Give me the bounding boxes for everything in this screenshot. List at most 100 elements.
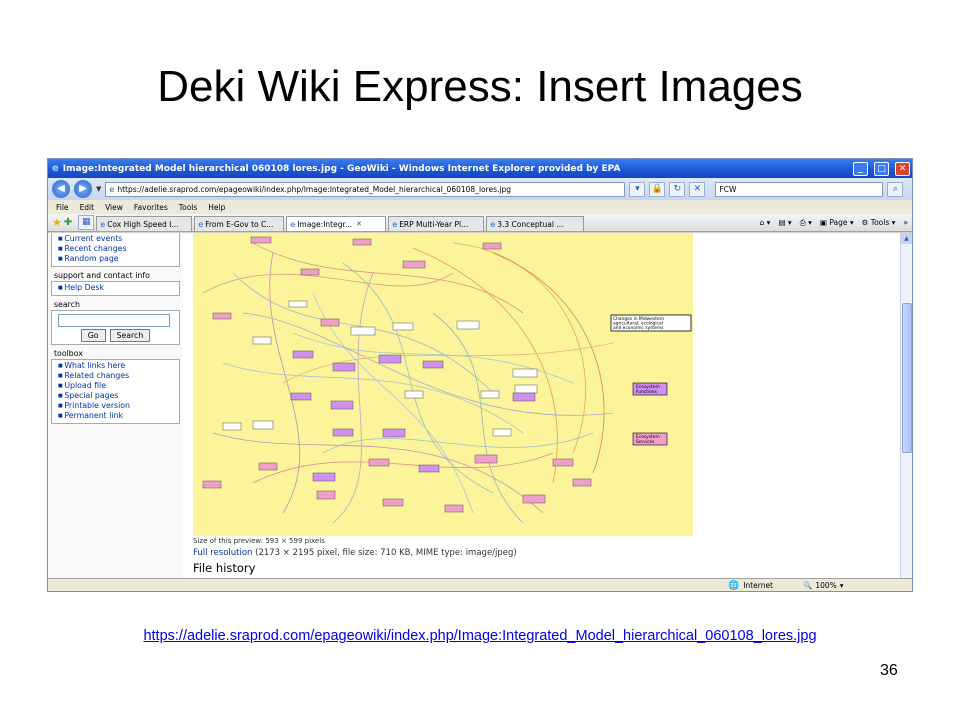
- vertical-scrollbar[interactable]: ▲: [900, 233, 912, 578]
- toolbox-heading: toolbox: [54, 349, 83, 358]
- full-resolution-line: Full resolution (2173 × 2195 pixel, file…: [193, 548, 793, 558]
- toolbox-portlet: What links here Related changes Upload f…: [51, 359, 180, 424]
- menu-view[interactable]: View: [105, 203, 123, 212]
- wiki-search-input[interactable]: [58, 314, 170, 327]
- chevron-right-icon[interactable]: »: [903, 218, 908, 228]
- tab-page-icon: e: [392, 219, 398, 229]
- url-text: https://adelie.sraprod.com/epageowiki/in…: [117, 184, 512, 194]
- tab-page-icon: e: [490, 219, 496, 229]
- lock-icon[interactable]: 🔒: [649, 181, 666, 197]
- menu-file[interactable]: File: [56, 203, 69, 212]
- star-icon[interactable]: ★: [52, 216, 62, 229]
- diagram-label-changes: Changes in Midwestern agricultural, ecol…: [613, 316, 666, 331]
- sidebar-item-upload-file[interactable]: Upload file: [58, 381, 173, 391]
- menu-tools[interactable]: Tools: [179, 203, 197, 212]
- tab-cox[interactable]: e Cox High Speed I...: [96, 216, 193, 231]
- tab-page-icon: e: [290, 219, 296, 229]
- sidebar-item-random-page[interactable]: Random page: [58, 254, 173, 264]
- window-title: Image:Integrated Model hierarchical 0601…: [62, 163, 621, 174]
- page-content: Current events Recent changes Random pag…: [48, 233, 912, 578]
- full-resolution-meta: (2173 × 2195 pixel, file size: 710 KB, M…: [252, 548, 517, 558]
- minimize-button[interactable]: _: [853, 161, 868, 176]
- address-bar: ◀ ▶ ▼ e https://adelie.sraprod.com/epage…: [48, 178, 912, 200]
- support-portlet: Help Desk: [51, 281, 180, 296]
- ie-icon: e: [52, 163, 59, 174]
- tab-conceptual[interactable]: e 3.3 Conceptual ...: [486, 216, 585, 231]
- sidebar-item-special-pages[interactable]: Special pages: [58, 391, 173, 401]
- search-heading: search: [54, 300, 80, 309]
- tools-menu[interactable]: ⚙ Tools ▾: [862, 218, 896, 228]
- close-button[interactable]: ✕: [895, 161, 910, 176]
- chevron-down-icon: ▾: [839, 581, 844, 590]
- feeds-icon[interactable]: ▤ ▾: [778, 218, 791, 228]
- refresh-icon[interactable]: ↻: [669, 181, 686, 197]
- wiki-sidebar: Current events Recent changes Random pag…: [48, 233, 183, 578]
- search-portlet: Go Search: [51, 310, 180, 345]
- sidebar-item-permanent-link[interactable]: Permanent link: [58, 411, 173, 421]
- menu-bar: File Edit View Favorites Tools Help: [48, 200, 912, 214]
- tab-label: Image:Integr...: [297, 219, 353, 229]
- menu-favorites[interactable]: Favorites: [134, 203, 168, 212]
- sidebar-item-help-desk[interactable]: Help Desk: [58, 283, 173, 293]
- sidebar-item-related-changes[interactable]: Related changes: [58, 371, 173, 381]
- tab-label: Cox High Speed I...: [107, 219, 179, 229]
- search-icon[interactable]: ⌕: [887, 181, 904, 197]
- source-link[interactable]: https://adelie.sraprod.com/epageowiki/in…: [0, 628, 960, 644]
- maximize-button[interactable]: □: [874, 161, 889, 176]
- tab-page-icon: e: [198, 219, 204, 229]
- forward-arrow-icon[interactable]: ▶: [74, 180, 92, 198]
- quick-tabs-icon[interactable]: ▦: [78, 215, 95, 230]
- zoom-level: 100%: [815, 581, 837, 590]
- add-favorite-icon[interactable]: ✚: [64, 217, 72, 228]
- zoom-control[interactable]: 🔍 100% ▾: [803, 581, 844, 590]
- menu-help[interactable]: Help: [208, 203, 225, 212]
- diagram-graphic: Changes in Midwestern agricultural, ecol…: [193, 233, 693, 536]
- preview-size-text: Size of this preview: 593 × 599 pixels: [193, 537, 325, 545]
- tab-page-icon: e: [100, 219, 106, 229]
- scroll-thumb[interactable]: [902, 303, 912, 453]
- tab-label: From E-Gov to C...: [205, 219, 274, 229]
- tab-label: ERP Multi-Year Pl...: [399, 219, 469, 229]
- full-resolution-link[interactable]: Full resolution: [193, 548, 252, 558]
- browser-screenshot: e Image:Integrated Model hierarchical 06…: [47, 158, 913, 592]
- scroll-up-icon[interactable]: ▲: [901, 233, 912, 244]
- search-button[interactable]: Search: [109, 329, 151, 342]
- tab-label: 3.3 Conceptual ...: [497, 219, 564, 229]
- home-icon[interactable]: ⌂ ▾: [760, 218, 771, 228]
- globe-icon: 🌐: [728, 580, 740, 591]
- sidebar-item-printable-version[interactable]: Printable version: [58, 401, 173, 411]
- status-bar: 🌐 Internet 🔍 100% ▾: [48, 578, 912, 591]
- zone-label: Internet: [743, 581, 773, 590]
- back-arrow-icon[interactable]: ◀: [52, 180, 70, 198]
- page-menu-label: Page: [829, 217, 848, 227]
- navigation-portlet: Current events Recent changes Random pag…: [51, 233, 180, 267]
- image-metadata: Size of this preview: 593 × 599 pixels F…: [193, 537, 793, 575]
- sidebar-item-what-links-here[interactable]: What links here: [58, 361, 173, 371]
- command-bar: ⌂ ▾ ▤ ▾ ⎙ ▾ ▣ Page ▾ ⚙ Tools ▾ »: [760, 218, 912, 228]
- zoom-icon: 🔍: [803, 581, 813, 590]
- diagram-image[interactable]: Changes in Midwestern agricultural, ecol…: [193, 233, 693, 536]
- sidebar-item-recent-changes[interactable]: Recent changes: [58, 244, 173, 254]
- page-icon: e: [109, 184, 115, 194]
- search-input[interactable]: FCW: [715, 181, 884, 197]
- menu-edit[interactable]: Edit: [80, 203, 95, 212]
- stop-icon[interactable]: ✕: [689, 181, 706, 197]
- tools-menu-label: Tools: [870, 217, 890, 227]
- tab-erp[interactable]: e ERP Multi-Year Pl...: [388, 216, 485, 231]
- go-button[interactable]: Go: [80, 329, 106, 342]
- page-number: 36: [880, 662, 898, 679]
- tab-image-integr[interactable]: e Image:Integr... ✕: [286, 216, 387, 231]
- tab-close-icon[interactable]: ✕: [356, 220, 362, 228]
- slide-title: Deki Wiki Express: Insert Images: [157, 62, 803, 111]
- url-input[interactable]: e https://adelie.sraprod.com/epageowiki/…: [105, 181, 626, 197]
- sidebar-item-current-events[interactable]: Current events: [58, 234, 173, 244]
- window-titlebar: e Image:Integrated Model hierarchical 06…: [48, 159, 912, 178]
- tab-egov[interactable]: e From E-Gov to C...: [194, 216, 285, 231]
- security-zone: 🌐 Internet: [728, 581, 773, 591]
- url-dropdown-button[interactable]: ▾: [629, 181, 646, 197]
- history-dropdown-icon[interactable]: ▼: [96, 185, 101, 193]
- support-heading: support and contact info: [54, 271, 150, 280]
- page-menu[interactable]: ▣ Page ▾: [820, 218, 854, 228]
- printer-icon[interactable]: ⎙ ▾: [800, 218, 812, 228]
- file-history-heading: File history: [193, 561, 256, 575]
